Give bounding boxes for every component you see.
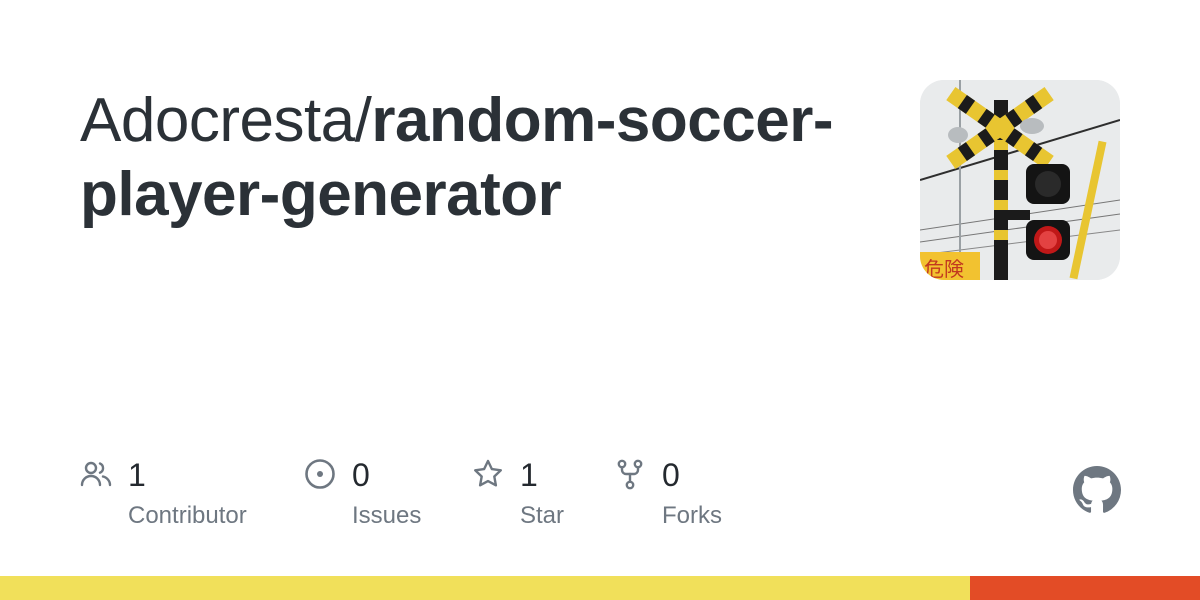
stars-label: Star [520,502,565,529]
issue-opened-icon [305,459,335,489]
repo-owner[interactable]: Adocresta/ [80,86,372,155]
owner-avatar: 危険 [920,80,1120,280]
forks-count: 0 [662,457,680,493]
language-segment [0,576,970,600]
language-segment [969,576,1200,600]
repo-title[interactable]: Adocresta/random-soccer-player-generator [80,84,860,232]
issues-count: 0 [352,457,370,493]
issues-label: Issues [352,502,422,529]
railroad-crossing-image: 危険 [920,80,1120,280]
forks-label: Forks [662,502,722,529]
contributors-label: Contributor [128,502,247,529]
github-logo-icon[interactable] [1073,466,1121,514]
language-bar [0,576,1200,600]
stars-count: 1 [520,457,538,493]
star-icon [474,459,502,487]
repo-forked-icon [617,459,643,490]
people-icon [80,461,112,487]
warning-sign-text: 危険 [924,257,964,280]
contributors-count: 1 [128,457,146,493]
